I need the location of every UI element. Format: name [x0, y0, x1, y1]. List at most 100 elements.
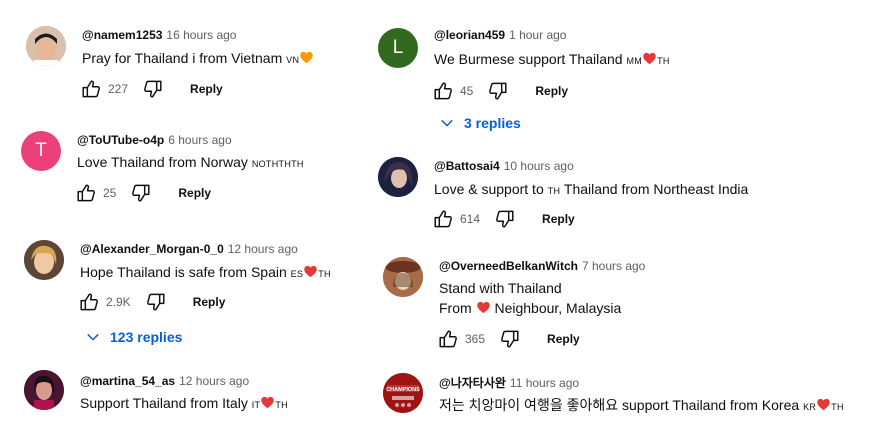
like-count: 25 [103, 186, 117, 200]
comment-meta: @namem1253 16 hours ago [82, 28, 236, 43]
comment-meta: @Battosai4 10 hours ago [434, 159, 574, 174]
avatar[interactable] [26, 26, 66, 66]
flag-it-emoji: IT [251, 400, 261, 410]
flag-th-emoji: TH [275, 400, 288, 410]
champions-logo-icon: CHAMPIONS [383, 373, 423, 413]
flag-emojis: NOTHTHTH [251, 159, 304, 169]
comment-body: Hope Thailand is safe from Spain [80, 264, 287, 280]
red-heart-icon [816, 397, 831, 412]
comment-body: We Burmese support Thailand [434, 51, 623, 67]
view-replies-button[interactable]: 123 replies [84, 328, 182, 346]
thumbs-down-icon[interactable] [145, 291, 167, 313]
like-count: 227 [108, 82, 129, 96]
comment-text: Support Thailand from Italy IT TH [80, 393, 288, 415]
author-handle[interactable]: @martina_54_as [80, 374, 175, 388]
author-handle[interactable]: @나자타사완 [439, 376, 506, 390]
timestamp[interactable]: 12 hours ago [179, 374, 249, 388]
avatar-photo-icon [378, 157, 418, 197]
comment-meta: @martina_54_as 12 hours ago [80, 374, 249, 389]
thumbs-down-icon[interactable] [130, 182, 152, 204]
flag-th-emoji: TH [318, 269, 331, 279]
timestamp[interactable]: 7 hours ago [582, 259, 645, 273]
comment-actions: 25 Reply [75, 182, 211, 204]
comment-body-continued: Neighbour, Malaysia [494, 300, 622, 316]
comment-text-line-2: From Neighbour, Malaysia [439, 298, 621, 318]
comment-actions: 614 Reply [432, 208, 575, 230]
avatar[interactable] [378, 157, 418, 197]
avatar-photo-icon [383, 257, 423, 297]
flag-th-emoji: TH [831, 402, 844, 412]
comment-meta: @Alexander_Morgan-0_0 12 hours ago [80, 242, 298, 257]
author-handle[interactable]: @ToUTube-o4p [77, 133, 164, 147]
comment-meta: @나자타사완 11 hours ago [439, 376, 579, 391]
comment-text: Love Thailand from Norway NOTHTHTH [77, 152, 304, 174]
view-replies-button[interactable]: 3 replies [438, 114, 521, 132]
flag-kr-emoji: KR [803, 402, 817, 412]
like-count: 614 [460, 212, 481, 226]
avatar[interactable]: CHAMPIONS [383, 373, 423, 413]
avatar-letter: T [35, 140, 47, 161]
like-count: 365 [465, 332, 486, 346]
comment-meta: @ToUTube-o4p 6 hours ago [77, 133, 232, 148]
reply-button[interactable]: Reply [547, 332, 580, 346]
timestamp[interactable]: 1 hour ago [509, 28, 566, 42]
thumbs-up-icon[interactable] [80, 78, 102, 100]
comment-meta: @OverneedBelkanWitch 7 hours ago [439, 259, 645, 274]
thumbs-down-icon[interactable] [494, 208, 516, 230]
timestamp[interactable]: 6 hours ago [168, 133, 231, 147]
comment-body-continued: Thailand from Northeast India [563, 181, 749, 197]
timestamp[interactable]: 11 hours ago [510, 376, 579, 390]
like-count: 2.9K [106, 295, 131, 309]
comment-text: Hope Thailand is safe from Spain ES TH [80, 262, 331, 284]
avatar[interactable] [383, 257, 423, 297]
thumbs-up-icon[interactable] [432, 208, 454, 230]
comment-text: We Burmese support Thailand MM TH [434, 49, 670, 71]
comment-body: From [439, 300, 472, 316]
comment-body: Support Thailand from Italy [80, 395, 248, 411]
timestamp[interactable]: 12 hours ago [228, 242, 298, 256]
comment-actions: 2.9K Reply [78, 291, 225, 313]
chevron-down-icon [438, 114, 456, 132]
like-count: 45 [460, 84, 474, 98]
avatar-photo-icon [24, 240, 64, 280]
thumbs-up-icon[interactable] [75, 182, 97, 204]
avatar-letter: L [392, 37, 404, 58]
avatar-photo-icon [24, 370, 64, 410]
thumbs-up-icon[interactable] [432, 80, 454, 102]
red-heart-icon [260, 395, 275, 410]
reply-button[interactable]: Reply [542, 212, 575, 226]
thumbs-down-icon[interactable] [499, 328, 521, 350]
thumbs-up-icon[interactable] [78, 291, 100, 313]
author-handle[interactable]: @OverneedBelkanWitch [439, 259, 578, 273]
red-heart-icon [476, 300, 491, 315]
comment-body: Pray for Thailand i from Vietnam [82, 50, 283, 66]
avatar[interactable] [24, 370, 64, 410]
avatar[interactable] [24, 240, 64, 280]
chevron-down-icon [84, 328, 102, 346]
thumbs-down-icon[interactable] [142, 78, 164, 100]
timestamp[interactable]: 16 hours ago [166, 28, 236, 42]
reply-button[interactable]: Reply [535, 84, 568, 98]
flag-es-emoji: ES [290, 269, 304, 279]
avatar[interactable]: L [378, 28, 418, 68]
comment-body: Love Thailand from Norway [77, 154, 248, 170]
thumbs-down-icon[interactable] [487, 80, 509, 102]
comment-text: 저는 치앙마이 여행을 좋아해요 support Thailand from K… [439, 395, 844, 417]
flag-th-emoji: TH [657, 56, 670, 66]
author-handle[interactable]: @Battosai4 [434, 159, 500, 173]
timestamp[interactable]: 10 hours ago [504, 159, 574, 173]
reply-button[interactable]: Reply [178, 186, 211, 200]
comment-body: 저는 치앙마이 여행을 좋아해요 support Thailand from K… [439, 397, 800, 413]
thumbs-up-icon[interactable] [437, 328, 459, 350]
replies-label: 3 replies [464, 115, 521, 131]
comment-text-line-1: Stand with Thailand [439, 280, 562, 296]
reply-button[interactable]: Reply [190, 82, 223, 96]
red-heart-icon [642, 51, 657, 66]
flag-mm-emoji: MM [626, 56, 643, 66]
author-handle[interactable]: @Alexander_Morgan-0_0 [80, 242, 224, 256]
avatar[interactable]: T [21, 131, 61, 171]
author-handle[interactable]: @leorian459 [434, 28, 505, 42]
orange-heart-icon [299, 50, 314, 65]
author-handle[interactable]: @namem1253 [82, 28, 162, 42]
reply-button[interactable]: Reply [193, 295, 226, 309]
